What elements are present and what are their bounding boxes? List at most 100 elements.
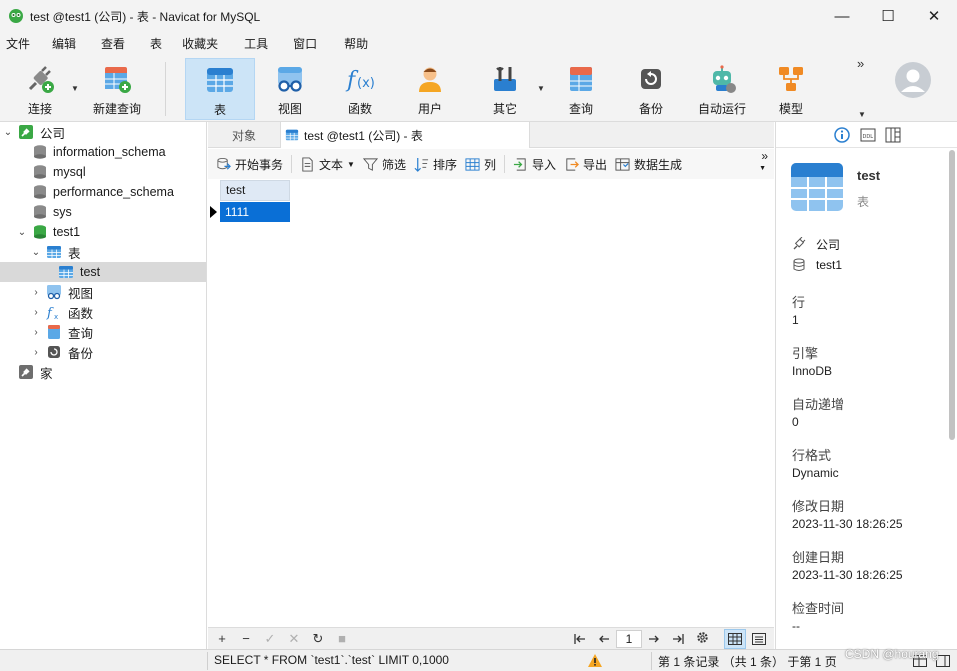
menu-file[interactable]: 文件 <box>0 32 36 56</box>
export-button[interactable]: 导出 <box>560 152 611 176</box>
connect-button[interactable]: 连接 <box>12 58 68 120</box>
tree-group-functions[interactable]: › f x 函数 <box>0 302 206 322</box>
connect-dropdown-icon[interactable]: ▼ <box>71 84 79 93</box>
menu-table[interactable]: 表 <box>144 32 168 56</box>
maximize-button[interactable]: ☐ <box>865 0 911 32</box>
database-icon <box>34 185 46 199</box>
sort-icon <box>414 157 429 172</box>
avatar[interactable] <box>894 61 932 99</box>
tree-db-sys[interactable]: sys <box>0 202 206 222</box>
tree-label: performance_schema <box>53 185 174 199</box>
tree-group-queries[interactable]: › 查询 <box>0 322 206 342</box>
tree-db-mysql[interactable]: mysql <box>0 162 206 182</box>
export-label: 导出 <box>583 157 608 172</box>
columns-label: 列 <box>483 157 496 172</box>
grid-view-button[interactable] <box>724 629 746 649</box>
automation-button[interactable]: 自动运行 <box>692 58 752 120</box>
form-view-button[interactable] <box>748 629 770 649</box>
discard-changes-button[interactable]: ✕ <box>282 631 306 647</box>
tab-table-test[interactable]: test @test1 (公司) - 表 <box>280 122 530 148</box>
tree-connection-home[interactable]: 家 <box>0 362 206 382</box>
menu-edit[interactable]: 编辑 <box>46 32 82 56</box>
tree-label: test <box>80 265 101 279</box>
tree-connection-company[interactable]: ⌄ 公司 <box>0 122 206 142</box>
settings-button[interactable] <box>690 631 714 647</box>
apply-changes-button[interactable]: ✓ <box>258 631 282 647</box>
begin-transaction-button[interactable]: 开始事务 <box>212 152 287 176</box>
menu-window[interactable]: 窗口 <box>287 32 323 56</box>
property-value: -- <box>792 619 800 633</box>
table-large-icon <box>791 163 843 211</box>
menu-help[interactable]: 帮助 <box>338 32 374 56</box>
tree-group-views[interactable]: › 视图 <box>0 282 206 302</box>
stop-button[interactable]: ■ <box>330 631 354 646</box>
columns-button[interactable]: 列 <box>461 152 500 176</box>
filter-button[interactable]: 筛选 <box>359 152 410 176</box>
model-button[interactable]: 模型 <box>763 58 819 120</box>
warning-icon[interactable] <box>587 653 603 668</box>
column-header[interactable]: test <box>220 180 290 201</box>
close-button[interactable]: ✕ <box>911 0 957 32</box>
delete-record-button[interactable]: − <box>234 631 258 646</box>
new-query-button[interactable]: 新建查询 <box>88 58 146 120</box>
chevron-right-icon[interactable]: › <box>30 327 42 338</box>
refresh-button[interactable]: ↻ <box>306 631 330 647</box>
chevron-right-icon[interactable]: › <box>30 347 42 358</box>
last-page-button[interactable] <box>666 632 690 647</box>
status-divider <box>207 652 208 670</box>
chevron-down-icon[interactable]: ⌄ <box>30 247 42 258</box>
other-label: 其它 <box>492 102 517 116</box>
data-grid[interactable]: test 1111 <box>208 179 774 627</box>
other-dropdown-icon[interactable]: ▼ <box>537 84 545 93</box>
function-button[interactable]: f (x) 函数 <box>332 58 388 120</box>
view-button[interactable]: 视图 <box>262 58 318 120</box>
table-button[interactable]: 表 <box>185 58 255 120</box>
table-icon <box>59 266 73 278</box>
tree-table-test[interactable]: test <box>0 262 206 282</box>
object-name: test <box>857 168 881 183</box>
minimize-button[interactable]: — <box>819 0 865 32</box>
grid-cell[interactable]: 1111 <box>220 202 290 222</box>
chevron-right-icon[interactable]: › <box>30 307 42 318</box>
user-button[interactable]: 用户 <box>402 58 458 120</box>
tree-db-information-schema[interactable]: information_schema <box>0 142 206 162</box>
query-button[interactable]: 查询 <box>553 58 609 120</box>
chevron-down-icon[interactable]: ⌄ <box>2 127 14 138</box>
next-page-button[interactable] <box>642 632 666 647</box>
data-generation-label: 数据生成 <box>634 157 683 172</box>
menu-tools[interactable]: 工具 <box>238 32 274 56</box>
tree-db-test1[interactable]: ⌄ test1 <box>0 222 206 242</box>
scrollbar-thumb[interactable] <box>949 150 955 440</box>
tab-objects[interactable]: 对象 <box>208 122 280 148</box>
toolbar-more-icon[interactable]: » <box>857 56 864 71</box>
backup-button[interactable]: 备份 <box>623 58 679 120</box>
query-icon <box>570 67 592 91</box>
layout-icon[interactable] <box>885 127 901 143</box>
chevron-down-icon[interactable]: ⌄ <box>16 227 28 238</box>
first-page-button[interactable] <box>568 632 592 647</box>
chevron-right-icon[interactable]: › <box>30 287 42 298</box>
subtoolbar-overflow-icon[interactable]: ▼ <box>759 165 766 172</box>
data-generation-button[interactable]: 数据生成 <box>611 152 686 176</box>
text-button[interactable]: 文本 ▼ <box>296 152 359 176</box>
menu-favorites[interactable]: 收藏夹 <box>176 32 224 56</box>
other-button[interactable]: 其它 <box>477 58 533 120</box>
toolbar-overflow-icon[interactable]: ▼ <box>858 110 866 119</box>
status-sql: SELECT * FROM `test1`.`test` LIMIT 0,100… <box>214 653 449 667</box>
tree-group-tables[interactable]: ⌄ 表 <box>0 242 206 262</box>
menu-view[interactable]: 查看 <box>95 32 131 56</box>
import-icon <box>513 157 526 171</box>
add-record-button[interactable]: + <box>210 631 234 646</box>
previous-page-button[interactable] <box>592 632 616 647</box>
tree-group-backups[interactable]: › 备份 <box>0 342 206 362</box>
sort-button[interactable]: 排序 <box>410 152 461 176</box>
plug-icon <box>793 237 806 250</box>
database-icon <box>34 165 46 179</box>
status-divider <box>651 652 652 670</box>
ddl-icon[interactable]: DDL <box>860 127 876 143</box>
tree-db-performance-schema[interactable]: performance_schema <box>0 182 206 202</box>
import-button[interactable]: 导入 <box>509 152 560 176</box>
page-number-input[interactable]: 1 <box>616 630 642 648</box>
info-icon[interactable] <box>834 127 850 143</box>
subtoolbar-more-icon[interactable]: » <box>761 149 768 163</box>
